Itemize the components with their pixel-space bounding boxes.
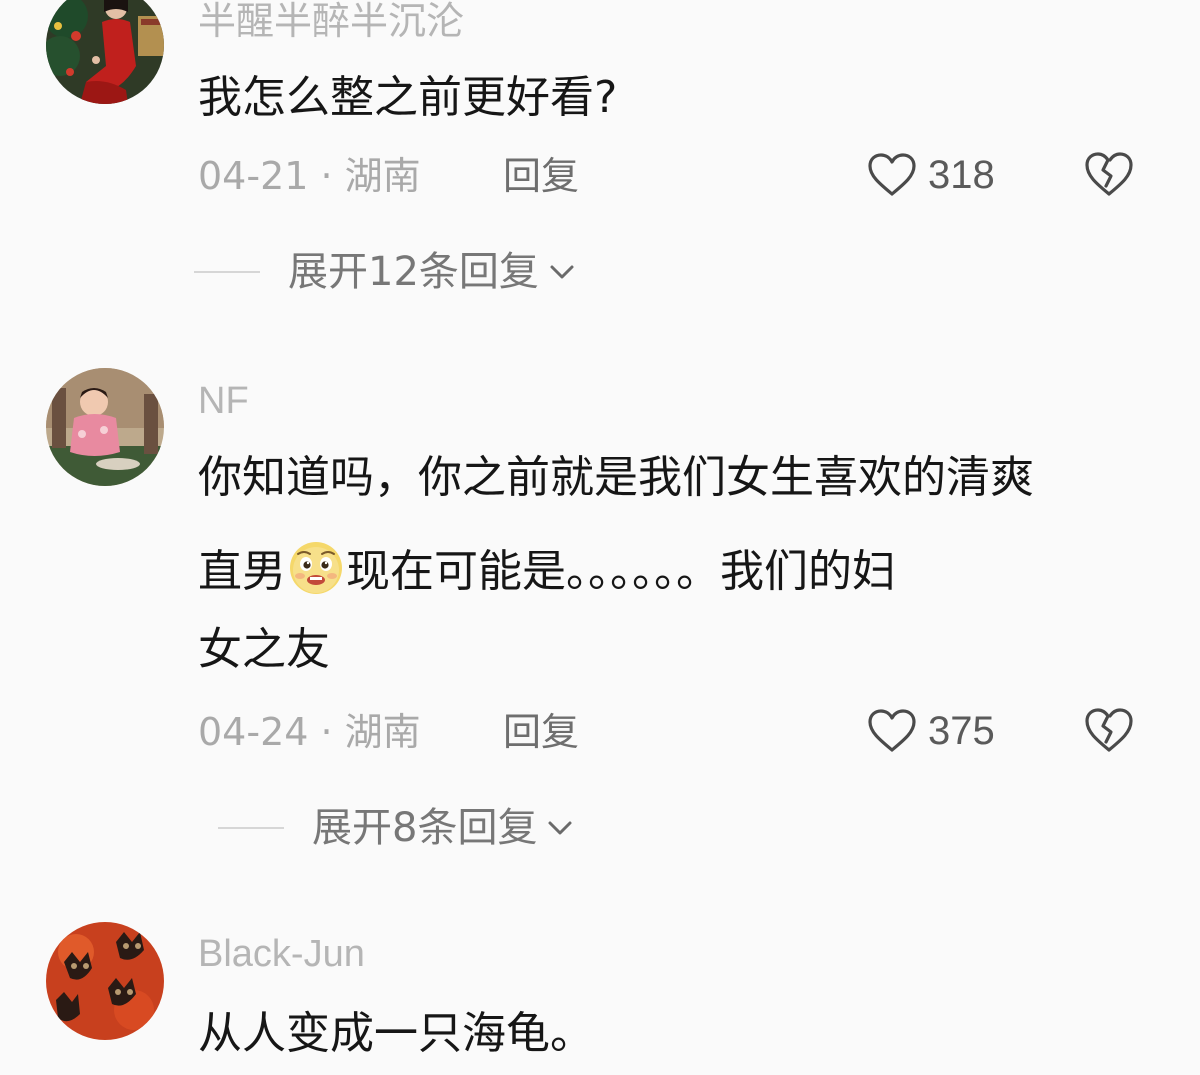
dislike-button[interactable]: [1083, 706, 1135, 754]
reply-button[interactable]: 回复: [503, 157, 579, 195]
comment-text-line-2: 直男 现在可能是。。。。。。我们的妇: [198, 540, 896, 596]
heart-outline-icon: [868, 153, 916, 196]
comment-date: 04-24: [198, 710, 309, 754]
like-count: 375: [928, 709, 995, 753]
expand-replies[interactable]: 展开8条回复: [218, 808, 575, 848]
heart-outline-icon: [868, 709, 916, 752]
avatar[interactable]: [46, 0, 164, 104]
meta-separator: ·: [308, 710, 345, 754]
comment-meta: 04-24 · 湖南: [198, 713, 421, 751]
expand-replies[interactable]: 展开12条回复: [194, 252, 577, 292]
username[interactable]: Black-Jun: [198, 935, 365, 973]
like-count: 318: [928, 153, 995, 197]
comment-text-segment: 直男: [198, 546, 286, 597]
pleading-face-emoji: [290, 542, 342, 594]
comment-text: 从人变成一只海龟。: [198, 1008, 594, 1059]
expand-divider: [194, 271, 260, 273]
chevron-down-icon: [550, 265, 574, 279]
comment-text-segment: 现在可能是。。。。。。我们的妇: [346, 546, 896, 597]
avatar[interactable]: [46, 368, 164, 486]
chevron-down-icon: [548, 821, 572, 835]
broken-heart-icon: [1085, 708, 1133, 752]
comment-text: 我怎么整之前更好看?: [198, 72, 618, 123]
dislike-button[interactable]: [1083, 150, 1135, 198]
like-button[interactable]: 318: [866, 152, 995, 198]
username[interactable]: 半醒半醉半沉沦: [198, 2, 464, 40]
like-button[interactable]: 375: [866, 708, 995, 754]
comment-date: 04-21: [198, 154, 309, 198]
comment-meta: 04-21 · 湖南: [198, 157, 421, 195]
broken-heart-icon: [1085, 152, 1133, 196]
avatar[interactable]: [46, 922, 164, 1040]
comment-text-line-3: 女之友: [198, 624, 330, 675]
comment-text-line-1: 你知道吗，你之前就是我们女生喜欢的清爽: [198, 452, 1034, 503]
comment-location: 湖南: [344, 154, 421, 198]
username[interactable]: NF: [198, 382, 249, 420]
comment-location: 湖南: [344, 710, 421, 754]
meta-separator: ·: [308, 154, 345, 198]
expand-divider: [218, 827, 284, 829]
expand-label: 展开8条回复: [312, 805, 538, 851]
expand-label: 展开12条回复: [288, 249, 539, 295]
reply-button[interactable]: 回复: [503, 713, 579, 751]
